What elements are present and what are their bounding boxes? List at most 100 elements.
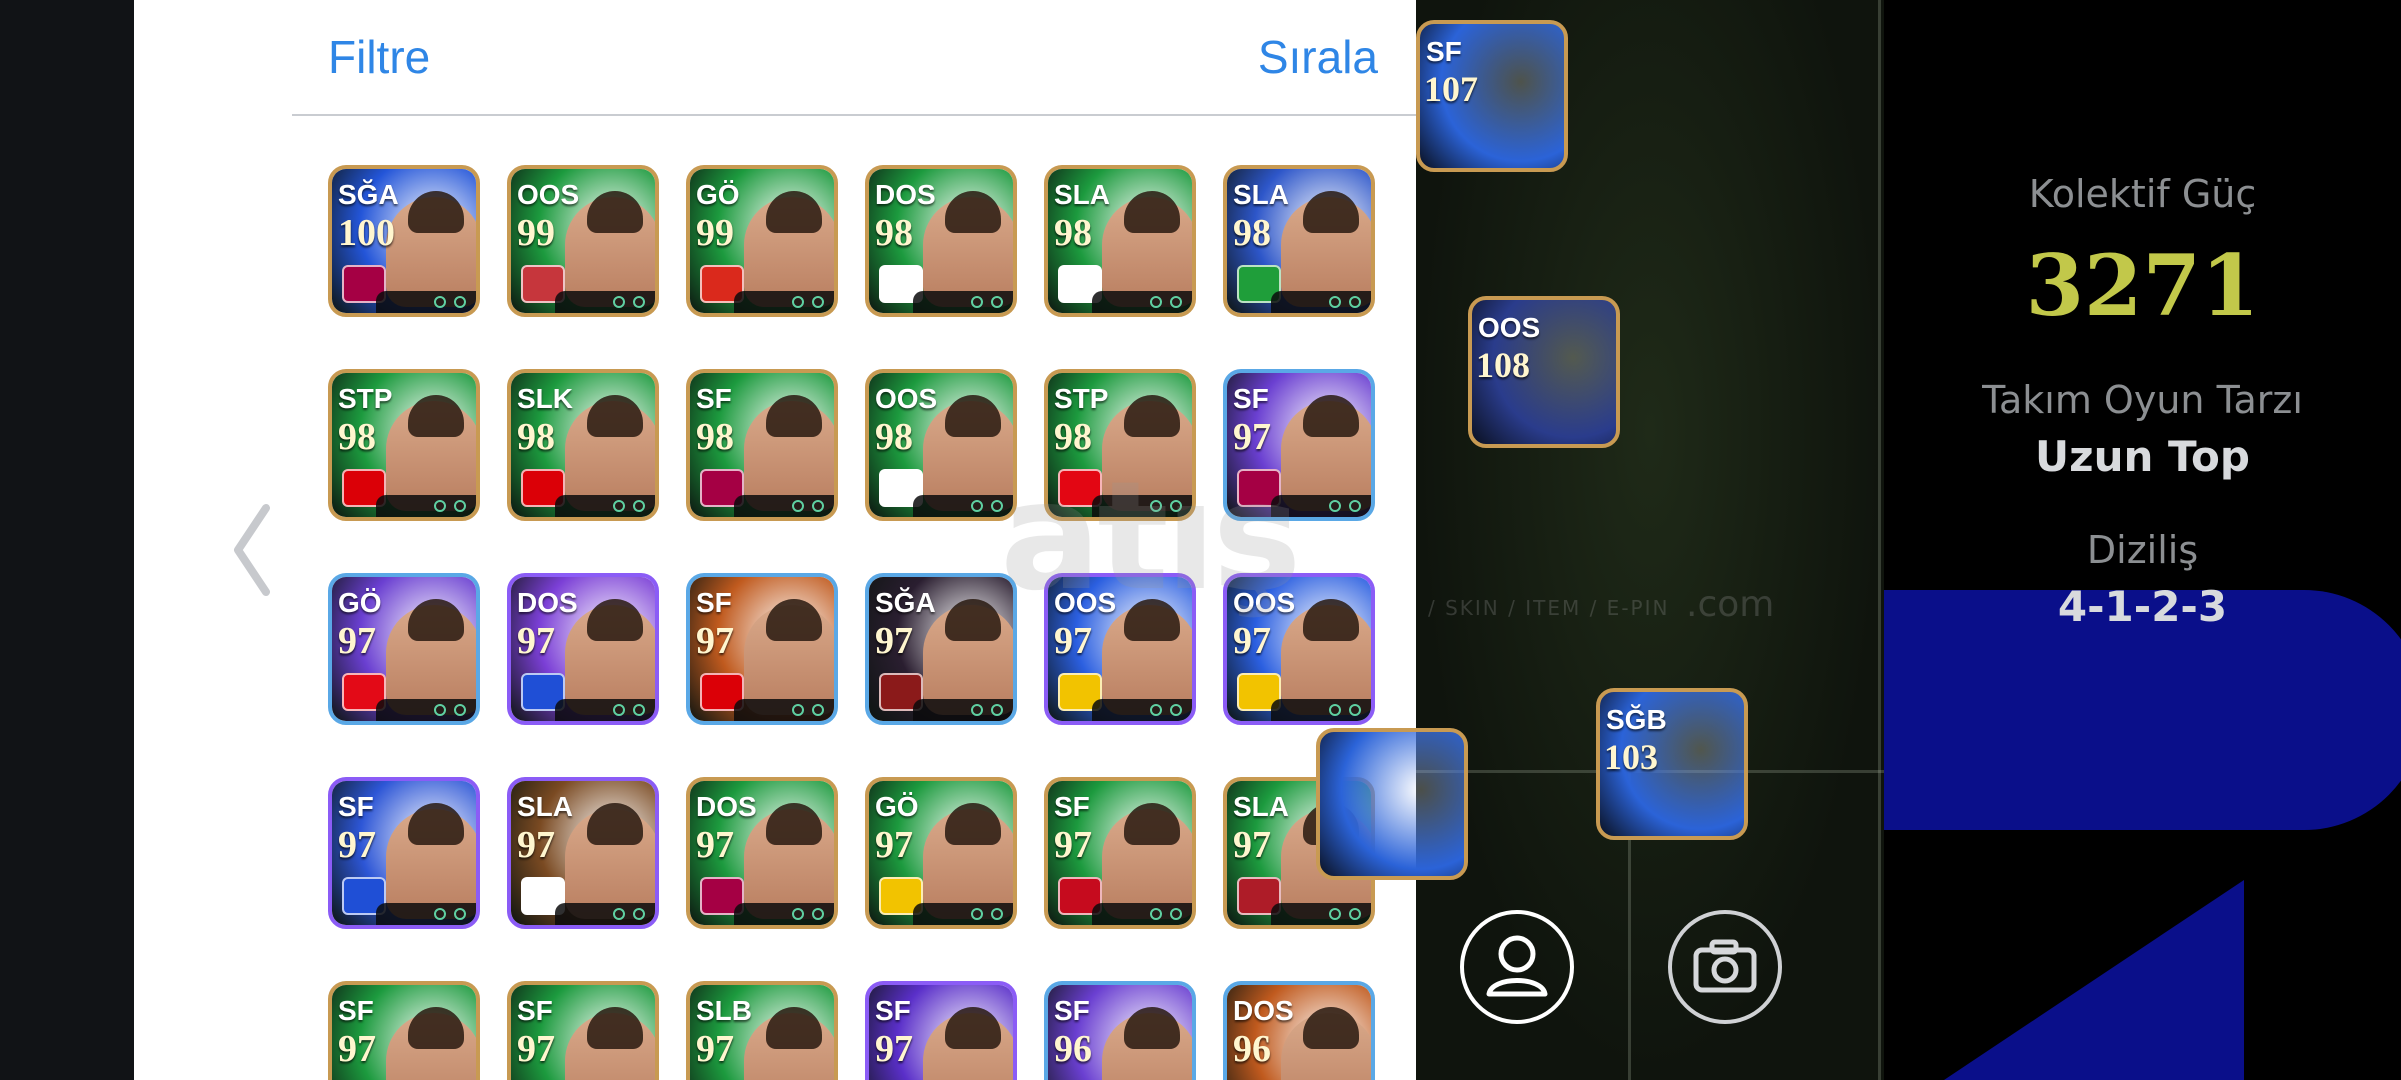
player-card[interactable]: GÖ 97 [865,777,1017,929]
player-card[interactable]: GÖ 99 [686,165,838,317]
player-card[interactable]: SF 97 [865,981,1017,1080]
chevron-left-icon[interactable] [226,500,286,600]
player-card[interactable]: OOS 99 [507,165,659,317]
player-card[interactable]: SF 97 [686,573,838,725]
player-position: DOS [517,587,578,618]
player-rating: 100 [338,212,395,254]
player-card[interactable]: SLK 98 [507,369,659,521]
card-status-bar [376,903,476,925]
profile-button[interactable] [1460,910,1574,1024]
skill-dot-icon [454,296,466,308]
skill-dot-icon [1150,704,1162,716]
player-position: SĞA [338,179,399,210]
player-position: DOS [1233,995,1294,1026]
player-rating: 97 [1054,824,1092,866]
player-rating: 97 [1233,824,1271,866]
lineup-player-card[interactable] [1316,728,1468,880]
player-card[interactable]: DOS 98 [865,165,1017,317]
pitch-line [1878,0,1881,1080]
skill-dot-icon [434,500,446,512]
player-card[interactable]: SĞA 97 [865,573,1017,725]
player-card[interactable]: DOS 97 [507,573,659,725]
player-card[interactable]: SLA 97 [507,777,659,929]
skill-dot-icon [812,908,824,920]
player-rating: 97 [517,620,555,662]
player-card[interactable]: STP 98 [328,369,480,521]
left-pane [134,0,294,1080]
player-card[interactable]: SF 97 [328,981,480,1080]
skill-dot-icon [792,908,804,920]
card-status-bar [376,699,476,721]
player-card[interactable]: SLA 98 [1223,165,1375,317]
skill-dot-icon [434,296,446,308]
skill-dot-icon [1150,296,1162,308]
skill-dot-icon [792,500,804,512]
skill-dot-icon [812,704,824,716]
card-status-bar [734,699,834,721]
player-position: OOS [1478,312,1541,343]
skill-dot-icon [792,704,804,716]
player-rating: 98 [1233,212,1271,254]
skill-dot-icon [792,296,804,308]
camera-button[interactable] [1668,910,1782,1024]
lineup-player-card[interactable]: SĞB 103 [1596,688,1748,840]
player-rating: 98 [875,416,913,458]
player-rating: 97 [696,620,734,662]
player-card[interactable]: GÖ 97 [328,573,480,725]
player-card[interactable]: DOS 97 [686,777,838,929]
skill-dot-icon [633,908,645,920]
player-card[interactable]: DOS 96 [1223,981,1375,1080]
player-position: GÖ [875,791,919,822]
player-position: SF [1054,995,1090,1026]
player-card[interactable]: SĞA 100 [328,165,480,317]
formation-value: 4-1-2-3 [2057,582,2228,631]
skill-dot-icon [454,500,466,512]
filter-button[interactable]: Filtre [328,30,430,84]
skill-dot-icon [454,908,466,920]
player-position: GÖ [338,587,382,618]
player-rating: 96 [1054,1028,1092,1070]
skill-dot-icon [1329,500,1341,512]
pitch-area: SF 107 OOS 108 SĞB 103 [1316,0,1884,1080]
player-position: SĞB [1606,704,1667,735]
player-position: SLA [517,791,573,822]
card-status-bar [913,495,1013,517]
player-card[interactable]: SF 97 [507,981,659,1080]
player-rating: 97 [1054,620,1092,662]
watermark-domain: .com [1686,584,1775,625]
card-status-bar [555,699,655,721]
player-card[interactable]: SF 96 [1044,981,1196,1080]
skill-dot-icon [1170,908,1182,920]
player-card[interactable]: OOS 98 [865,369,1017,521]
skill-dot-icon [633,500,645,512]
player-card[interactable]: SLB 97 [686,981,838,1080]
player-card[interactable]: SF 97 [328,777,480,929]
player-card[interactable]: SF 98 [686,369,838,521]
skill-dot-icon [991,704,1003,716]
lineup-player-card[interactable]: SF 107 [1416,20,1568,172]
skill-dot-icon [1349,908,1361,920]
lineup-player-card[interactable]: OOS 108 [1468,296,1620,448]
skill-dot-icon [812,296,824,308]
player-position: SF [517,995,553,1026]
player-position: STP [1054,383,1109,414]
card-status-bar [734,903,834,925]
card-status-bar [1092,699,1192,721]
sort-button[interactable]: Sırala [1258,30,1378,84]
player-position: SF [1233,383,1269,414]
player-rating: 99 [517,212,555,254]
player-rating: 107 [1424,69,1478,109]
card-status-bar [555,495,655,517]
skill-dot-icon [1170,704,1182,716]
skill-dot-icon [1349,704,1361,716]
player-rating: 98 [338,416,376,458]
player-card[interactable]: SF 97 [1044,777,1196,929]
player-position: DOS [875,179,936,210]
power-value: 3271 [2025,236,2260,335]
player-card[interactable]: SLA 98 [1044,165,1196,317]
player-position: SF [875,995,911,1026]
camera-icon [1693,939,1757,993]
watermark-tagline: / SKIN / ITEM / E-PIN [1428,596,1670,620]
card-status-bar [555,291,655,313]
card-status-bar [555,903,655,925]
